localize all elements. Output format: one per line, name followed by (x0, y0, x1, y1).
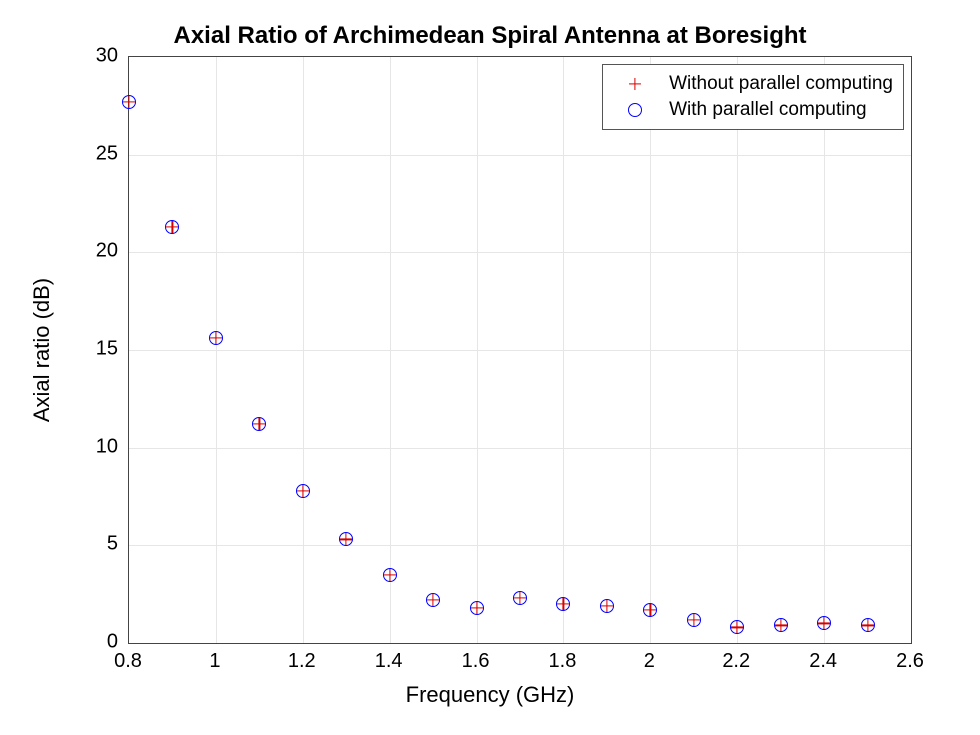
grid-line (129, 252, 911, 253)
data-marker-plus (688, 614, 700, 626)
grid-line (129, 350, 911, 351)
data-marker-plus (123, 96, 135, 108)
plus-icon (611, 74, 659, 94)
x-tick-label: 2.4 (809, 650, 837, 673)
data-marker-circle (774, 618, 788, 632)
data-marker-plus (862, 619, 874, 631)
y-tick-label: 15 (96, 338, 118, 361)
chart-title: Axial Ratio of Archimedean Spiral Antenn… (0, 22, 980, 50)
y-tick-label: 25 (96, 142, 118, 165)
x-tick-label: 2 (644, 650, 655, 673)
grid-line (129, 448, 911, 449)
grid-line (129, 545, 911, 546)
y-tick-label: 10 (96, 435, 118, 458)
data-marker-plus (166, 221, 178, 233)
data-marker-plus (601, 600, 613, 612)
y-tick-label: 30 (96, 45, 118, 68)
data-marker-circle (252, 417, 266, 431)
data-marker-plus (775, 619, 787, 631)
data-marker-circle (861, 618, 875, 632)
x-tick-label: 1.4 (375, 650, 403, 673)
data-marker-circle (600, 599, 614, 613)
x-tick-label: 1 (209, 650, 220, 673)
data-marker-circle (687, 613, 701, 627)
x-axis-label: Frequency (GHz) (0, 682, 980, 708)
data-marker-plus (514, 592, 526, 604)
legend: Without parallel computing With parallel… (602, 64, 904, 130)
figure: Axial Ratio of Archimedean Spiral Antenn… (0, 0, 980, 735)
data-marker-circle (165, 220, 179, 234)
x-tick-label: 2.6 (896, 650, 924, 673)
y-tick-label: 20 (96, 240, 118, 263)
x-tick-label: 1.6 (462, 650, 490, 673)
data-marker-circle (513, 591, 527, 605)
data-marker-plus (427, 594, 439, 606)
legend-entry: With parallel computing (611, 97, 893, 123)
legend-entry: Without parallel computing (611, 71, 893, 97)
x-tick-label: 1.8 (549, 650, 577, 673)
circle-icon (611, 100, 659, 120)
x-tick-label: 0.8 (114, 650, 142, 673)
grid-line (129, 155, 911, 156)
data-marker-circle (426, 593, 440, 607)
legend-label: Without parallel computing (669, 73, 893, 95)
y-tick-label: 0 (107, 631, 118, 654)
y-tick-label: 5 (107, 533, 118, 556)
y-axis-label: Axial ratio (dB) (29, 278, 55, 422)
data-marker-plus (340, 533, 352, 545)
data-marker-circle (122, 95, 136, 109)
plot-area (128, 56, 912, 644)
x-tick-label: 1.2 (288, 650, 316, 673)
legend-label: With parallel computing (669, 99, 866, 121)
data-marker-plus (253, 418, 265, 430)
x-tick-label: 2.2 (722, 650, 750, 673)
